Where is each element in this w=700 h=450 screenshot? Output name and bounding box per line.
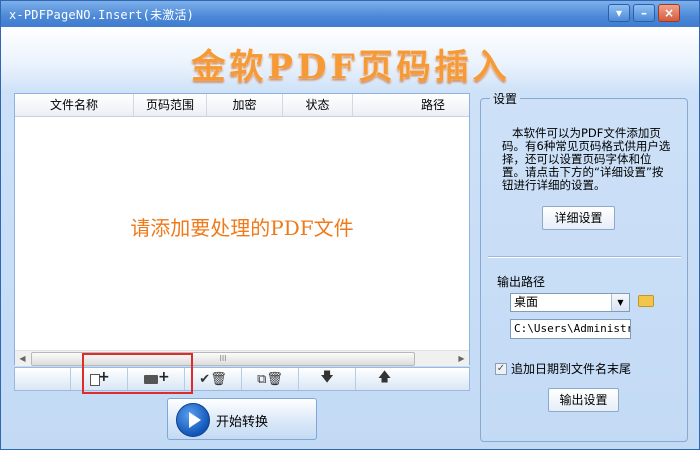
append-date-checkbox[interactable]: ✓ bbox=[495, 362, 507, 375]
output-settings-button[interactable]: 输出设置 bbox=[548, 388, 619, 412]
column-header-page-range[interactable]: 页码范围 bbox=[134, 94, 207, 116]
column-header-path[interactable]: 路径 bbox=[353, 94, 469, 116]
highlight-annotation-box bbox=[82, 353, 193, 394]
banner-title: 金软PDF页码插入 bbox=[191, 47, 511, 87]
append-date-label: 追加日期到文件名末尾 bbox=[511, 362, 632, 376]
file-list-header: 文件名称 页码范围 加密 状态 路径 bbox=[15, 94, 469, 117]
toolbar-spacer bbox=[15, 368, 71, 390]
column-header-encryption[interactable]: 加密 bbox=[207, 94, 283, 116]
column-header-status[interactable]: 状态 bbox=[283, 94, 353, 116]
scroll-left-icon[interactable]: ◀ bbox=[15, 351, 30, 366]
copy-delete-icon: ⧉🗑 bbox=[257, 371, 283, 387]
append-date-option[interactable]: ✓ 追加日期到文件名末尾 bbox=[495, 360, 631, 377]
settings-divider bbox=[488, 256, 681, 258]
title-bar[interactable]: x-PDFPageNO.Insert(未激活) ▾ – × bbox=[1, 1, 699, 27]
output-path-field[interactable]: C:\Users\Administrator\Desktop bbox=[510, 319, 631, 339]
app-window: x-PDFPageNO.Insert(未激活) ▾ – × 金软PDF页码插入 … bbox=[0, 0, 700, 450]
arrow-down-icon: 🡇 bbox=[320, 370, 334, 385]
remove-selected-button[interactable]: ✔🗑 bbox=[185, 368, 242, 390]
arrow-up-icon: 🡅 bbox=[377, 370, 392, 385]
detail-settings-button[interactable]: 详细设置 bbox=[542, 206, 615, 230]
move-up-button[interactable]: 🡅 bbox=[356, 368, 413, 390]
minimize-button[interactable]: – bbox=[633, 4, 655, 22]
chevron-down-icon[interactable]: ▼ bbox=[611, 294, 629, 311]
start-convert-label: 开始转换 bbox=[216, 415, 269, 430]
output-location-select[interactable]: 桌面 ▼ bbox=[510, 293, 630, 312]
settings-description: 本软件可以为PDF文件添加页码。有6种常见页码格式供用户选择，还可以设置页码字体… bbox=[502, 126, 671, 192]
output-location-value: 桌面 bbox=[514, 295, 539, 309]
remove-all-button[interactable]: ⧉🗑 bbox=[242, 368, 299, 390]
output-path-label: 输出路径 bbox=[497, 275, 546, 289]
window-title: x-PDFPageNO.Insert(未激活) bbox=[9, 8, 195, 22]
start-convert-button[interactable]: 开始转换 bbox=[167, 398, 317, 440]
column-header-filename[interactable]: 文件名称 bbox=[15, 94, 134, 116]
file-list[interactable]: 文件名称 页码范围 加密 状态 路径 请添加要处理的PDF文件 ◀ III ▶ bbox=[14, 93, 470, 366]
browse-folder-icon[interactable] bbox=[638, 295, 654, 307]
play-icon bbox=[176, 403, 210, 437]
move-down-button[interactable]: 🡇 bbox=[299, 368, 356, 390]
scroll-right-icon[interactable]: ▶ bbox=[454, 351, 469, 366]
settings-legend: 设置 bbox=[490, 90, 521, 107]
menu-dropdown-button[interactable]: ▾ bbox=[608, 4, 630, 22]
empty-list-hint: 请添加要处理的PDF文件 bbox=[130, 216, 354, 240]
check-delete-icon: ✔🗑 bbox=[199, 371, 227, 387]
close-button[interactable]: × bbox=[658, 4, 680, 22]
